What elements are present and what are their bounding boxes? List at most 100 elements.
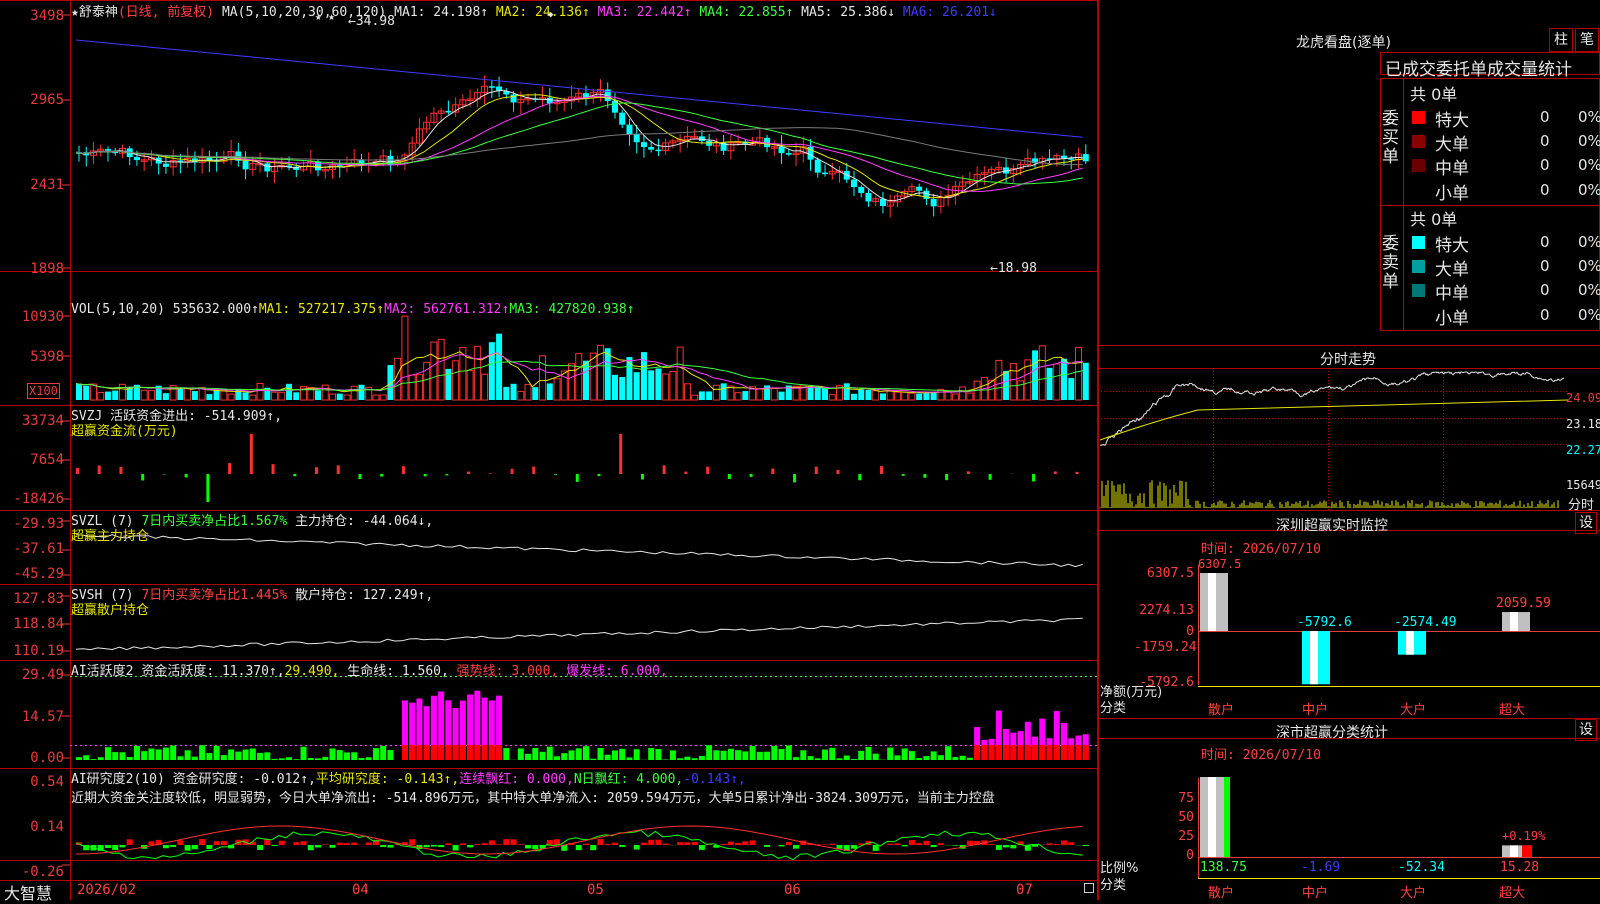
fenshi-avg-line (1100, 400, 1568, 440)
volume-bar (105, 392, 111, 400)
candle-down (626, 125, 632, 135)
fund-flow-bar (945, 474, 948, 480)
activity-bar (844, 755, 850, 760)
fenshi-vol-label: 15649 (1566, 478, 1600, 492)
fund-flow-bar (358, 474, 361, 479)
research-bar (699, 845, 705, 850)
activity-bar (800, 750, 806, 760)
air-avg: 平均研究度: -0.143↑, (316, 772, 459, 787)
x-label: 2026/02 (77, 882, 136, 898)
fund-flow-bar (750, 474, 753, 477)
vol-unit-badge[interactable]: X100 (27, 383, 60, 399)
research-bar (677, 842, 683, 845)
activity-bar (634, 749, 640, 760)
volume-bar (677, 347, 683, 400)
tick-mode-button[interactable]: 笔 (1575, 28, 1599, 52)
volume-bar (83, 386, 89, 400)
ai2-max: 29.490, (285, 664, 340, 679)
activity-bar (250, 749, 256, 760)
volume-bar (626, 357, 632, 400)
vol-pane-header: VOL(5,10,20) 535632.000↑MA1: 527217.375↑… (71, 302, 635, 317)
svzl-y-label: -37.61 (0, 541, 64, 557)
fund-flow-bar (771, 469, 774, 474)
classify-settings-button[interactable]: 设 (1575, 719, 1597, 741)
lock-icon[interactable] (1084, 883, 1094, 893)
fund-flow-bar (902, 474, 905, 476)
activity-bar (713, 750, 719, 760)
svsh-y-label: 118.84 (0, 616, 64, 632)
fund-flow-bar (641, 474, 644, 480)
candle-down (1061, 156, 1067, 159)
air-nday: N日飘红: 4.000, (574, 772, 683, 787)
activity-bar (764, 752, 770, 760)
activity-bar (206, 753, 212, 760)
volume-bar (1068, 378, 1074, 400)
fund-flow-bar (684, 472, 687, 474)
activity-bar (663, 759, 669, 760)
svzj-y-label: -18426 (0, 491, 64, 507)
activity-bar (655, 749, 661, 760)
fund-flow-bar (272, 464, 275, 474)
research-bar (330, 845, 336, 848)
monitor-bar-highlight (1510, 612, 1518, 631)
classify-time: 时间: 2026/07/10 (1201, 744, 1321, 763)
research-bar (989, 844, 995, 845)
kline-chart-canvas[interactable] (0, 0, 1098, 900)
volume-bar (228, 394, 234, 400)
air-last: -0.143↑, (683, 772, 746, 787)
research-bar (909, 840, 915, 845)
volume-bar (373, 395, 379, 400)
activity-base (445, 745, 451, 760)
volume-bar (952, 394, 958, 400)
monitor-cat: 散户 (1208, 699, 1234, 718)
volume-bar (438, 339, 444, 400)
classify-val: -1.69 (1301, 860, 1340, 875)
volume-bar (214, 390, 220, 400)
activity-bar (923, 756, 929, 760)
research-bar (1083, 845, 1089, 846)
candle-down (822, 173, 828, 175)
research-bar (192, 845, 198, 849)
research-bar (735, 843, 741, 845)
volume-bar (1003, 371, 1009, 400)
volume-bar (967, 393, 973, 400)
buy-row-label: 中单 (1435, 154, 1469, 179)
research-bar (148, 841, 154, 845)
activity-base (431, 745, 437, 760)
vol-ma1: MA1: 527217.375↑ (259, 302, 384, 317)
buy-row-pct: 0% (1578, 108, 1600, 126)
stock-name[interactable]: ★舒泰神 (71, 5, 118, 20)
volume-bar (112, 391, 118, 400)
candle-down (786, 153, 792, 155)
activity-bar (692, 758, 698, 760)
monitor-settings-button[interactable]: 设 (1575, 512, 1597, 534)
candle-down (243, 161, 249, 170)
research-bar (764, 845, 770, 847)
volume-bar (1047, 368, 1053, 400)
research-bar (105, 845, 111, 848)
activity-bar (127, 757, 133, 760)
kline-area[interactable]: ★舒泰神(日线, 前复权) MA(5,10,20,30,60,120) MA1:… (0, 0, 1098, 900)
volume-bar (923, 393, 929, 400)
volume-bar (916, 393, 922, 400)
bar-mode-button[interactable]: 柱 (1549, 28, 1573, 52)
fund-flow-bar (1076, 472, 1079, 474)
research-bar (387, 845, 393, 848)
candle-down (641, 142, 647, 147)
research-bar (214, 841, 220, 845)
volume-bar (496, 334, 502, 400)
activity-bar (750, 746, 756, 760)
fund-flow-bar (119, 467, 122, 474)
classify-cat: 中户 (1302, 882, 1328, 901)
fund-flow-bar (858, 474, 861, 480)
activity-bar (721, 751, 727, 760)
activity-base (1083, 745, 1089, 760)
fund-flow-bar (511, 469, 514, 474)
classify-xlabel: 分类 (1100, 874, 1126, 893)
volume-bar (98, 392, 104, 400)
volume-bar (257, 383, 263, 400)
classify-bar-highlight (1510, 845, 1518, 857)
activity-bar (315, 758, 321, 760)
fund-flow-bar (206, 474, 209, 502)
activity-base (1076, 745, 1082, 760)
